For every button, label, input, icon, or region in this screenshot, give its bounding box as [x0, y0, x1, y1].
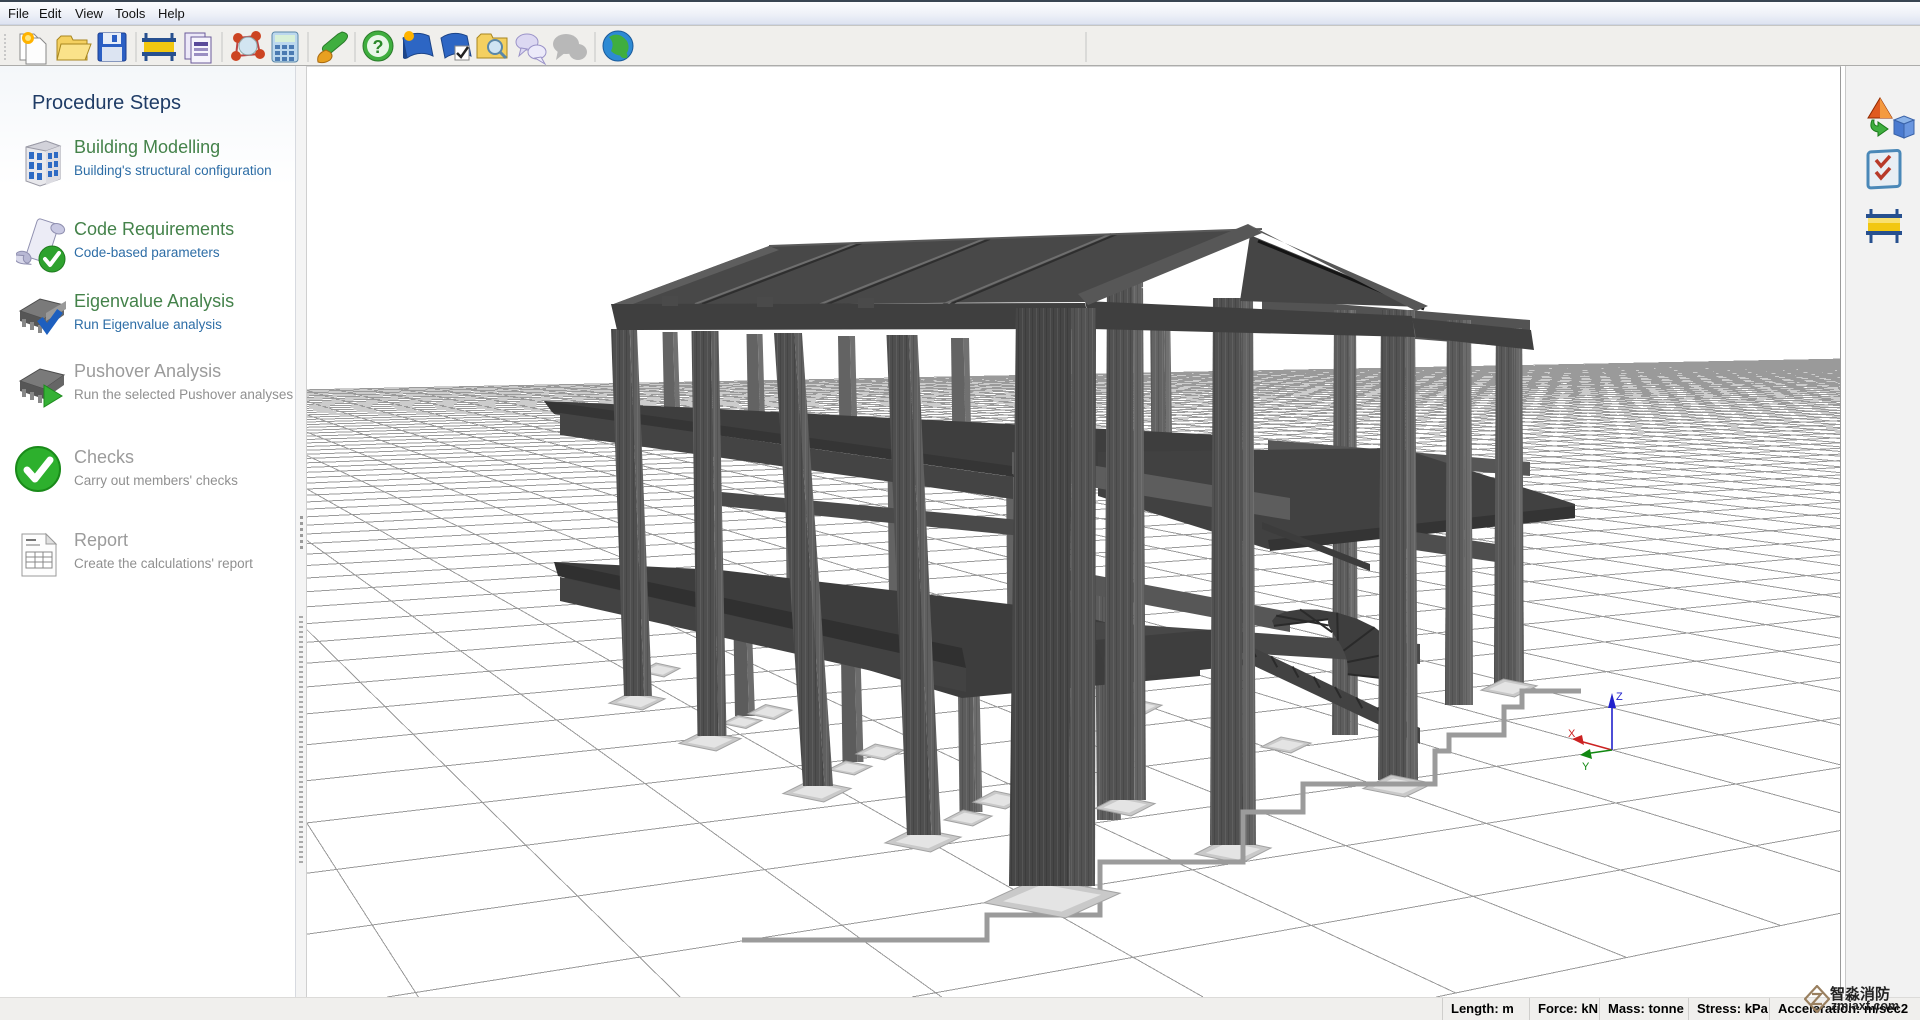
svg-text:X: X: [1568, 728, 1576, 740]
svg-text:?: ?: [373, 37, 384, 57]
svg-text:Y: Y: [1582, 761, 1590, 773]
svg-text:Z: Z: [1616, 691, 1623, 703]
